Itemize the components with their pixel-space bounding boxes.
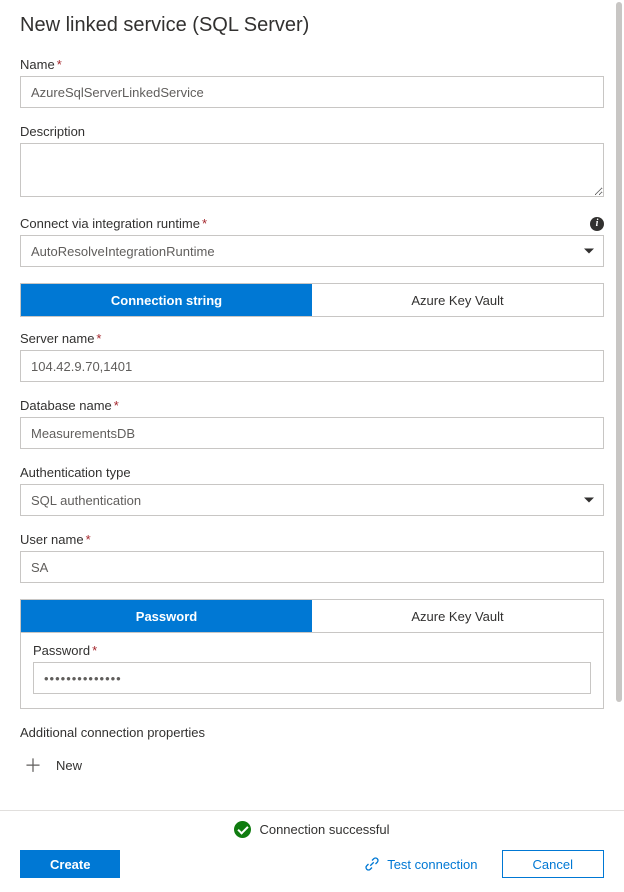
form-panel: New linked service (SQL Server) Name* De…: [0, 0, 624, 798]
connection-source-tabs: Connection string Azure Key Vault: [20, 283, 604, 317]
password-label: Password*: [33, 643, 97, 658]
auth-type-select[interactable]: SQL authentication: [20, 484, 604, 516]
name-label: Name*: [20, 57, 62, 72]
field-name: Name*: [20, 57, 604, 108]
field-database-name: Database name*: [20, 398, 604, 449]
tab-password-key-vault[interactable]: Azure Key Vault: [312, 600, 603, 632]
field-auth-type: Authentication type SQL authentication: [20, 465, 604, 516]
field-password-source: Password Azure Key Vault Password*: [20, 599, 604, 709]
server-name-label: Server name*: [20, 331, 101, 346]
footer-bar: Connection successful Create Test connec…: [0, 810, 624, 892]
connection-status: Connection successful: [20, 821, 604, 838]
test-connection-button[interactable]: Test connection: [365, 857, 477, 872]
chevron-down-icon: [584, 498, 594, 503]
chevron-down-icon: [584, 249, 594, 254]
server-name-input[interactable]: [20, 350, 604, 382]
plus-icon: ＋: [24, 752, 42, 778]
password-source-tabs: Password Azure Key Vault: [20, 599, 604, 633]
section-additional-props: Additional connection properties ＋ New: [20, 725, 604, 784]
success-check-icon: [234, 821, 251, 838]
tab-connection-string[interactable]: Connection string: [21, 284, 312, 316]
create-button[interactable]: Create: [20, 850, 120, 878]
link-icon: [365, 857, 379, 871]
runtime-select[interactable]: AutoResolveIntegrationRuntime: [20, 235, 604, 267]
field-description: Description: [20, 124, 604, 200]
tab-password[interactable]: Password: [21, 600, 312, 632]
runtime-label: Connect via integration runtime*: [20, 216, 207, 231]
password-input[interactable]: [33, 662, 591, 694]
database-name-input[interactable]: [20, 417, 604, 449]
user-name-input[interactable]: [20, 551, 604, 583]
cancel-button[interactable]: Cancel: [502, 850, 604, 878]
name-input[interactable]: [20, 76, 604, 108]
scrollbar[interactable]: [616, 2, 622, 762]
tab-azure-key-vault[interactable]: Azure Key Vault: [312, 284, 603, 316]
field-user-name: User name*: [20, 532, 604, 583]
additional-props-label: Additional connection properties: [20, 725, 604, 740]
field-integration-runtime: Connect via integration runtime* i AutoR…: [20, 216, 604, 267]
auth-type-label: Authentication type: [20, 465, 131, 480]
user-name-label: User name*: [20, 532, 91, 547]
database-name-label: Database name*: [20, 398, 119, 413]
page-title: New linked service (SQL Server): [20, 14, 604, 37]
field-server-name: Server name*: [20, 331, 604, 382]
add-connection-property-button[interactable]: ＋ New: [20, 746, 604, 784]
description-label: Description: [20, 124, 85, 139]
info-icon[interactable]: i: [590, 217, 604, 231]
description-input[interactable]: [20, 143, 604, 197]
